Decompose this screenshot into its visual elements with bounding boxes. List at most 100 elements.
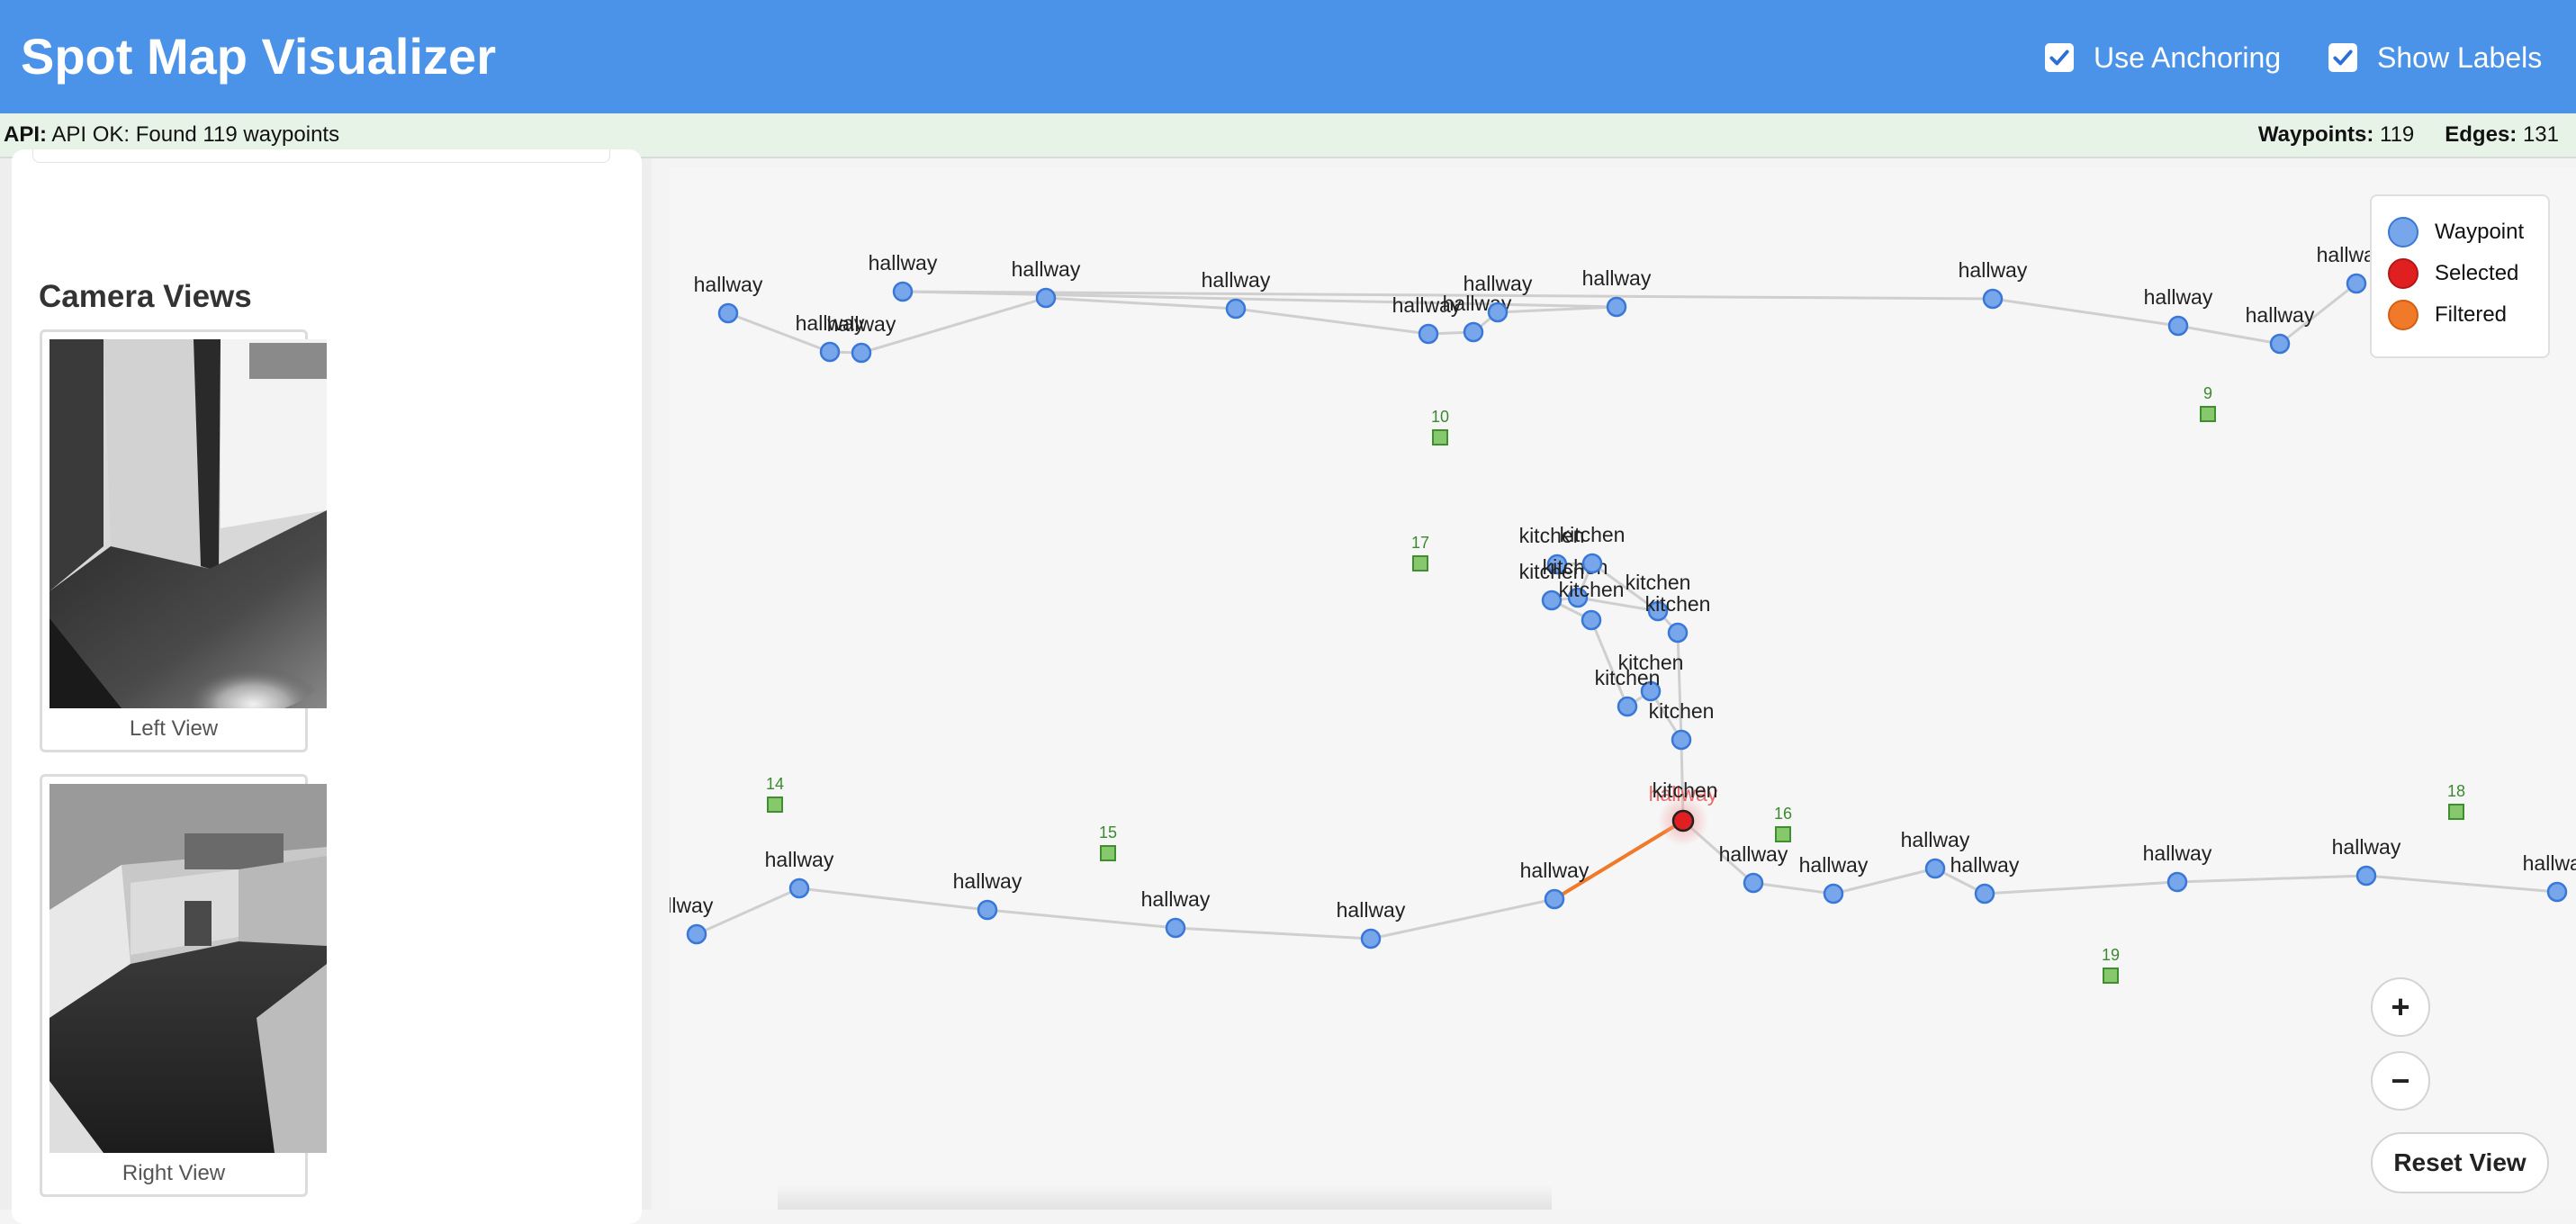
legend-item-filtered: Filtered [2388, 297, 2507, 333]
show-labels-checkbox[interactable] [2328, 43, 2357, 72]
waypoint-label: hallway [1799, 853, 1869, 877]
anchor-square[interactable] [1100, 845, 1116, 861]
waypoint-dot[interactable] [1982, 288, 2004, 310]
zoom-out-button[interactable]: − [2371, 1051, 2430, 1111]
anchor-marker[interactable]: 16 [1774, 805, 1792, 842]
camera-views-title: Camera Views [39, 279, 252, 314]
map-edge [2177, 324, 2281, 346]
waypoint-label: hallway [2143, 842, 2212, 865]
map-edge [2176, 874, 2367, 884]
waypoint-dot[interactable] [2355, 865, 2377, 886]
anchor-label: 15 [1099, 824, 1117, 842]
app-title: Spot Map Visualizer [21, 28, 496, 85]
waypoint-dot[interactable] [1617, 696, 1638, 717]
waypoint-node[interactable]: hallway [2523, 851, 2576, 903]
right-camera-image [50, 784, 327, 1153]
checkmark-icon [2049, 50, 2069, 66]
waypoint-dot[interactable] [1463, 321, 1484, 343]
anchor-square[interactable] [2200, 406, 2216, 422]
waypoint-dot[interactable] [686, 923, 707, 945]
map-canvas[interactable]: 10 9 17 14 15 16 18 19 hallway hallway hallway hal… [670, 167, 2576, 1210]
waypoint-dot[interactable] [819, 341, 841, 363]
map-waypoints: hallway hallway hallway hallway hallway hallw… [670, 243, 2576, 950]
legend-item-waypoint: Waypoint [2388, 214, 2524, 250]
waypoint-dot[interactable] [2346, 273, 2367, 294]
anchor-marker[interactable]: 10 [1431, 408, 1449, 446]
waypoint-node[interactable]: hallway [694, 273, 763, 324]
anchor-square[interactable] [1775, 826, 1791, 842]
anchor-square[interactable] [767, 796, 783, 813]
waypoint-node[interactable]: hallway [670, 894, 714, 945]
waypoint-dot[interactable] [1581, 609, 1602, 631]
anchor-marker[interactable]: 17 [1411, 534, 1429, 572]
waypoint-dot[interactable] [1418, 323, 1439, 345]
waypoint-dot[interactable] [717, 302, 739, 324]
graph-counts: Waypoints: 119 Edges: 131 [2258, 113, 2559, 157]
waypoint-dot[interactable] [1823, 883, 1844, 904]
waypoint-dot[interactable] [1360, 928, 1382, 950]
checkmark-icon [2333, 50, 2353, 66]
edges-count-label: Edges: [2445, 122, 2517, 147]
map-legend: Waypoint Selected Filtered [2370, 194, 2550, 358]
anchor-square[interactable] [1412, 555, 1428, 572]
anchor-square[interactable] [2103, 968, 2119, 984]
reset-view-button[interactable]: Reset View [2371, 1132, 2549, 1193]
waypoint-dot[interactable] [1667, 622, 1689, 644]
waypoint-label: kitchen [1626, 571, 1691, 594]
waypoint-dot[interactable] [2167, 315, 2189, 337]
anchor-marker[interactable]: 14 [766, 775, 784, 813]
waypoint-dot[interactable] [1165, 917, 1186, 939]
map-graph[interactable]: 109171415161819 hallwayhallwayhallwayhal… [670, 167, 2576, 1210]
waypoint-dot[interactable] [977, 899, 998, 921]
anchor-square[interactable] [1432, 429, 1448, 446]
waypoint-dot[interactable] [851, 342, 872, 364]
waypoint-node[interactable]: hallway [1959, 258, 2028, 310]
waypoint-dot[interactable] [892, 281, 914, 302]
camera-views-card: Camera Views Left View Right View [12, 270, 642, 1224]
waypoint-label: hallway [1950, 853, 2020, 877]
use-anchoring-checkbox[interactable] [2045, 43, 2074, 72]
waypoint-dot[interactable] [2546, 881, 2568, 903]
left-camera-view[interactable]: Left View [40, 329, 327, 752]
waypoint-dot[interactable] [1544, 888, 1565, 910]
waypoint-dot[interactable] [1974, 883, 1995, 904]
waypoint-dot[interactable] [1035, 287, 1057, 309]
anchor-marker[interactable]: 18 [2447, 782, 2465, 820]
waypoint-node[interactable]: hallway [2144, 285, 2213, 337]
anchor-marker[interactable]: 15 [1099, 824, 1117, 861]
sidebar[interactable]: Camera Views Left View Right View [0, 149, 652, 1224]
waypoint-label: kitchen [1595, 666, 1661, 689]
waypoint-node[interactable]: hallway [1799, 853, 1869, 904]
waypoint-dot[interactable] [1487, 302, 1509, 323]
anchor-marker[interactable]: 9 [2200, 384, 2216, 422]
use-anchoring-toggle[interactable]: Use Anchoring [2045, 36, 2281, 79]
show-labels-toggle[interactable]: Show Labels [2328, 36, 2542, 79]
waypoint-dot[interactable] [1924, 858, 1946, 879]
waypoint-node[interactable]: hallway [1337, 898, 1406, 950]
waypoint-dot[interactable] [1581, 553, 1603, 574]
selected-dot[interactable] [1671, 809, 1695, 832]
waypoint-dot[interactable] [788, 878, 810, 899]
waypoint-dot[interactable] [1606, 296, 1627, 318]
right-camera-label: Right View [122, 1161, 226, 1185]
waypoint-label: hallway [1012, 257, 1081, 281]
waypoint-node[interactable]: hallway [1719, 842, 1788, 894]
waypoint-dot[interactable] [1743, 872, 1764, 894]
selected-dot-icon [2388, 258, 2418, 289]
waypoint-node[interactable]: hallway [1950, 853, 2020, 904]
waypoint-dot[interactable] [2269, 333, 2291, 355]
map-edge [2365, 874, 2558, 894]
waypoint-dot[interactable] [2166, 871, 2188, 893]
anchor-marker[interactable]: 19 [2102, 946, 2120, 984]
waypoint-dot-icon [2388, 217, 2418, 248]
waypoint-dot[interactable] [1225, 298, 1247, 320]
waypoint-dot[interactable] [1671, 729, 1692, 751]
waypoint-label: hallway [1520, 859, 1590, 882]
legend-label: Waypoint [2435, 220, 2525, 244]
map-edge [1984, 880, 2178, 896]
right-camera-view[interactable]: Right View [40, 774, 327, 1197]
anchor-square[interactable] [2448, 804, 2464, 820]
waypoint-label: hallway [869, 251, 938, 274]
waypoint-node[interactable]: hallway [2246, 303, 2315, 355]
zoom-in-button[interactable]: + [2371, 977, 2430, 1037]
